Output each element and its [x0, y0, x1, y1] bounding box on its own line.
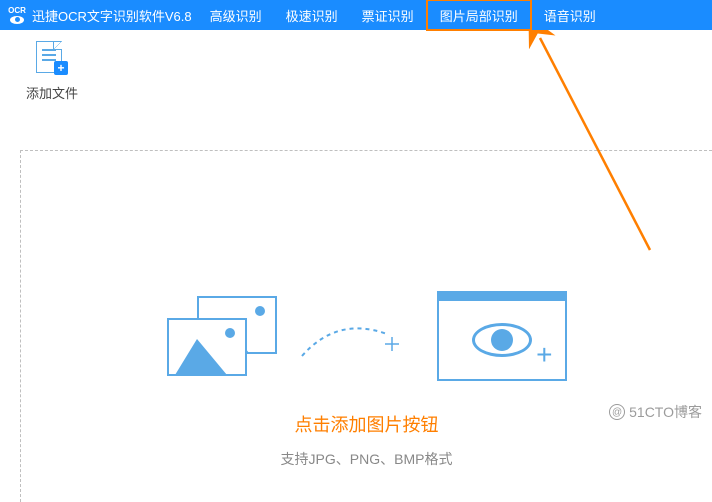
add-file-icon: + [36, 41, 68, 77]
tab-voice-recognition[interactable]: 语音识别 [532, 0, 608, 30]
dashed-arrow-icon [297, 306, 417, 366]
eye-icon [472, 323, 532, 357]
watermark: @ 51CTO博客 [609, 402, 702, 422]
add-file-label: 添加文件 [26, 83, 78, 102]
watermark-icon: @ [609, 404, 625, 420]
app-logo: OCR 迅捷OCR文字识别软件V6.8 [0, 4, 198, 26]
plus-icon: + [536, 341, 552, 369]
illustration: + [21, 291, 712, 381]
header-tabs: 高级识别 极速识别 票证识别 图片局部识别 语音识别 [198, 0, 608, 30]
tab-ticket-recognition[interactable]: 票证识别 [350, 0, 426, 30]
tab-advanced-recognition[interactable]: 高级识别 [198, 0, 274, 30]
preview-window-icon: + [437, 291, 567, 381]
tab-image-partial-recognition[interactable]: 图片局部识别 [426, 0, 532, 31]
title-bar: OCR 迅捷OCR文字识别软件V6.8 高级识别 极速识别 票证识别 图片局部识… [0, 0, 712, 30]
add-file-button[interactable]: + 添加文件 [16, 35, 88, 108]
ocr-logo-icon: OCR [6, 4, 28, 26]
drop-zone[interactable]: + 点击添加图片按钮 支持JPG、PNG、BMP格式 [20, 150, 712, 502]
tab-fast-recognition[interactable]: 极速识别 [274, 0, 350, 30]
caption-sub: 支持JPG、PNG、BMP格式 [21, 449, 712, 469]
photo-stack-icon [167, 296, 277, 376]
app-title: 迅捷OCR文字识别软件V6.8 [32, 6, 192, 25]
toolbar: + 添加文件 [0, 30, 712, 112]
